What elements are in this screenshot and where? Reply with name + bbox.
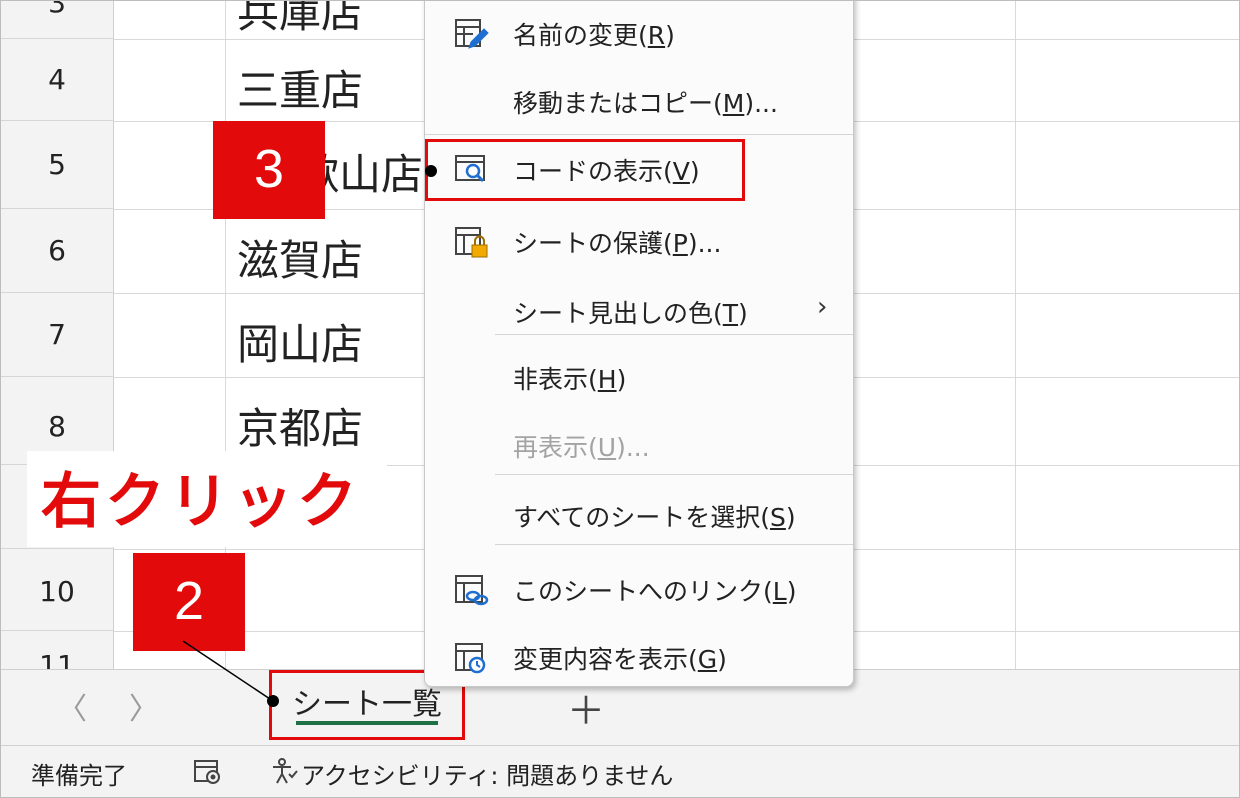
annotation-dot — [267, 695, 279, 707]
excel-window: 3 4 5 6 7 8 9 10 11 兵庫店 三重店 歌山店 滋賀店 岡山店 … — [0, 0, 1240, 798]
annotation-leader-line — [182, 640, 274, 702]
